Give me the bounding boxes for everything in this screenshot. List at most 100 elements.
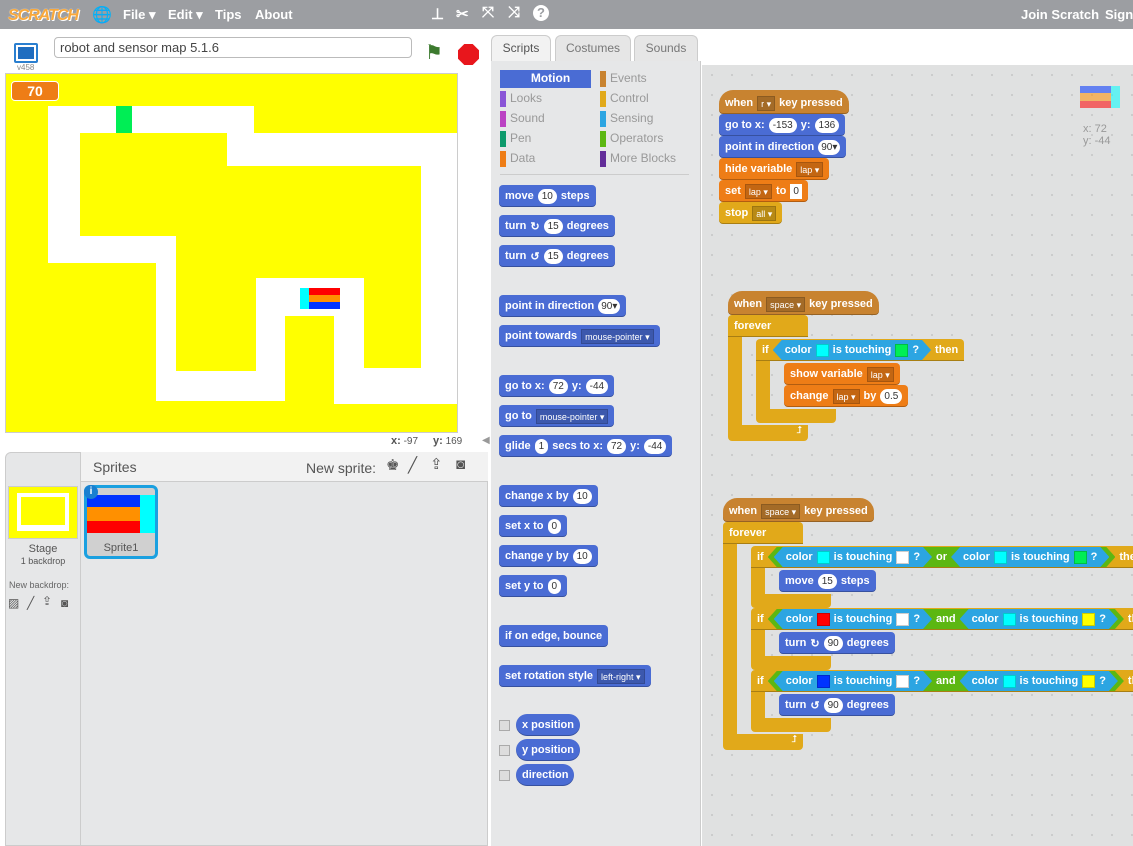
- direction-dropdown[interactable]: 90▾: [818, 139, 841, 155]
- dropdown[interactable]: all ▾: [752, 205, 777, 221]
- whenblock[interactable]: when r ▾ key pressed: [719, 90, 849, 114]
- paint-brush-icon[interactable]: ╱: [408, 456, 417, 474]
- script-1[interactable]: when r ▾ key pressed go to x: -153 y: 136 point…: [719, 90, 849, 224]
- whenblock[interactable]: when space ▾ key pressed: [728, 291, 879, 315]
- number-input[interactable]: -153: [768, 117, 797, 133]
- color-swatch[interactable]: [817, 675, 830, 688]
- number-input[interactable]: 90: [823, 635, 843, 651]
- sensing-boolean-block[interactable]: color is touching?: [774, 609, 932, 629]
- stopblock[interactable]: stop all ▾: [719, 202, 783, 224]
- turnblock[interactable]: turn ↺ 15 degrees: [499, 245, 615, 267]
- category-sound[interactable]: Sound: [500, 110, 591, 128]
- color-swatch[interactable]: [895, 344, 908, 357]
- text-input[interactable]: 0: [790, 183, 802, 199]
- palette-block[interactable]: direction: [499, 764, 575, 786]
- whenblock[interactable]: when space ▾ key pressed: [723, 498, 874, 522]
- changeblock[interactable]: change lap ▾ by 0.5: [784, 385, 909, 407]
- operators-boolean-block[interactable]: color is touching? and color is touching?: [768, 671, 1124, 691]
- stage-thumbnail[interactable]: [8, 486, 78, 539]
- reporter-checkbox[interactable]: [499, 769, 510, 781]
- palette-block[interactable]: turn ↻ 15 degrees: [499, 215, 615, 237]
- color-swatch[interactable]: [1082, 613, 1095, 626]
- grow-icon[interactable]: ⤧: [482, 4, 494, 21]
- if-block[interactable]: if color is touching? or color is touching? th…: [751, 546, 1133, 568]
- number-input[interactable]: -44: [643, 438, 667, 454]
- upload-icon[interactable]: ⇪: [42, 594, 52, 608]
- menu-about[interactable]: About: [255, 7, 293, 22]
- color-swatch[interactable]: [1003, 613, 1016, 626]
- dropdown[interactable]: lap ▾: [744, 183, 772, 199]
- palette-block[interactable]: y position: [499, 739, 580, 761]
- number-input[interactable]: 15: [543, 218, 563, 234]
- turnblock[interactable]: turn ↻ 15 degrees: [499, 215, 615, 237]
- backdrop-library-icon[interactable]: ▨: [8, 596, 19, 610]
- sprite-library-icon[interactable]: ♚: [386, 456, 399, 474]
- go-to-x-block[interactable]: go to x: -153 y: 136: [719, 114, 846, 136]
- point-in-directionblock[interactable]: point in direction 90▾: [499, 295, 627, 317]
- change-y-byblock[interactable]: change y by 10: [499, 545, 598, 567]
- glideblock[interactable]: glide 1 secs to x: 72 y: -44: [499, 435, 673, 457]
- dropdown[interactable]: space ▾: [766, 296, 806, 312]
- category-more[interactable]: More Blocks: [600, 150, 691, 168]
- number-input[interactable]: 72: [606, 438, 627, 454]
- color-swatch[interactable]: [817, 613, 830, 626]
- category-motion[interactable]: Motion: [500, 70, 591, 88]
- fullscreen-button[interactable]: [14, 43, 38, 63]
- sign-in-link[interactable]: Sign: [1105, 7, 1133, 22]
- reporter-checkbox[interactable]: [499, 719, 510, 731]
- lap-variable-monitor[interactable]: 70: [11, 81, 59, 101]
- category-control[interactable]: Control: [600, 90, 691, 108]
- moveblock[interactable]: move 10 steps: [499, 185, 596, 207]
- menu-edit[interactable]: Edit ▾: [168, 7, 203, 23]
- point-towardsblock[interactable]: point towards mouse-pointer ▾: [499, 325, 660, 347]
- collapse-stage-icon[interactable]: ◀: [482, 435, 490, 446]
- green-flag-button[interactable]: ⚑: [425, 40, 443, 65]
- dropdown[interactable]: mouse-pointer ▾: [535, 408, 609, 424]
- direction-dropdown[interactable]: 90▾: [598, 298, 621, 314]
- x-positionblock[interactable]: x position: [516, 714, 580, 736]
- sensing-boolean-block[interactable]: color is touching?: [773, 340, 931, 360]
- number-input[interactable]: 10: [537, 188, 557, 204]
- color-swatch[interactable]: [817, 551, 830, 564]
- set-y-toblock[interactable]: set y to 0: [499, 575, 568, 597]
- sprite-thumbnail-sprite1[interactable]: Sprite1 i: [84, 485, 158, 559]
- duplicate-icon[interactable]: ⊥: [431, 5, 444, 23]
- category-events[interactable]: Events: [600, 70, 691, 88]
- if-block[interactable]: if color is touching? then: [756, 339, 965, 361]
- show-variableblock[interactable]: show variable lap ▾: [784, 363, 900, 385]
- palette-block[interactable]: go to mouse-pointer ▾: [499, 405, 615, 427]
- number-input[interactable]: 10: [572, 548, 592, 564]
- camera-icon[interactable]: ◙: [456, 456, 465, 473]
- color-swatch[interactable]: [896, 613, 909, 626]
- number-input[interactable]: 72: [548, 378, 568, 394]
- number-input[interactable]: 0: [547, 518, 562, 534]
- set-rotation-styleblock[interactable]: set rotation style left-right ▾: [499, 665, 651, 687]
- scratch-logo[interactable]: SCRATCH: [8, 7, 79, 25]
- number-input[interactable]: 0.5: [880, 388, 903, 404]
- sensing-boolean-block[interactable]: color is touching?: [774, 671, 932, 691]
- palette-block[interactable]: go to x: 72 y: -44: [499, 375, 615, 397]
- help-icon[interactable]: ?: [533, 5, 549, 21]
- palette-block[interactable]: x position: [499, 714, 580, 736]
- dropdown[interactable]: left-right ▾: [597, 668, 645, 684]
- palette-block[interactable]: set x to 0: [499, 515, 568, 537]
- dropdown[interactable]: lap ▾: [796, 161, 824, 177]
- palette-block[interactable]: change x by 10: [499, 485, 598, 507]
- menu-tips[interactable]: Tips: [215, 7, 242, 22]
- if-block[interactable]: if color is touching? and color is touching? t…: [751, 608, 1133, 630]
- stop-button[interactable]: [458, 44, 479, 65]
- join-scratch-link[interactable]: Join Scratch: [1021, 7, 1099, 22]
- palette-block[interactable]: change y by 10: [499, 545, 598, 567]
- setblock[interactable]: set lap ▾ to 0: [719, 180, 808, 202]
- script-2[interactable]: when space ▾ key pressed forever if color is t…: [728, 291, 965, 441]
- menu-file[interactable]: File ▾: [123, 7, 156, 23]
- globe-icon[interactable]: 🌐: [92, 5, 112, 25]
- reporter-checkbox[interactable]: [499, 744, 510, 756]
- upload-icon[interactable]: ⇪: [430, 455, 443, 473]
- directionblock[interactable]: direction: [516, 764, 575, 786]
- if-block[interactable]: if color is touching? and color is touching? t…: [751, 670, 1133, 692]
- category-data[interactable]: Data: [500, 150, 591, 168]
- number-input[interactable]: 0: [547, 578, 562, 594]
- palette-block[interactable]: turn ↺ 15 degrees: [499, 245, 615, 267]
- script-3[interactable]: when space ▾ key pressed forever if color is t…: [723, 498, 1133, 750]
